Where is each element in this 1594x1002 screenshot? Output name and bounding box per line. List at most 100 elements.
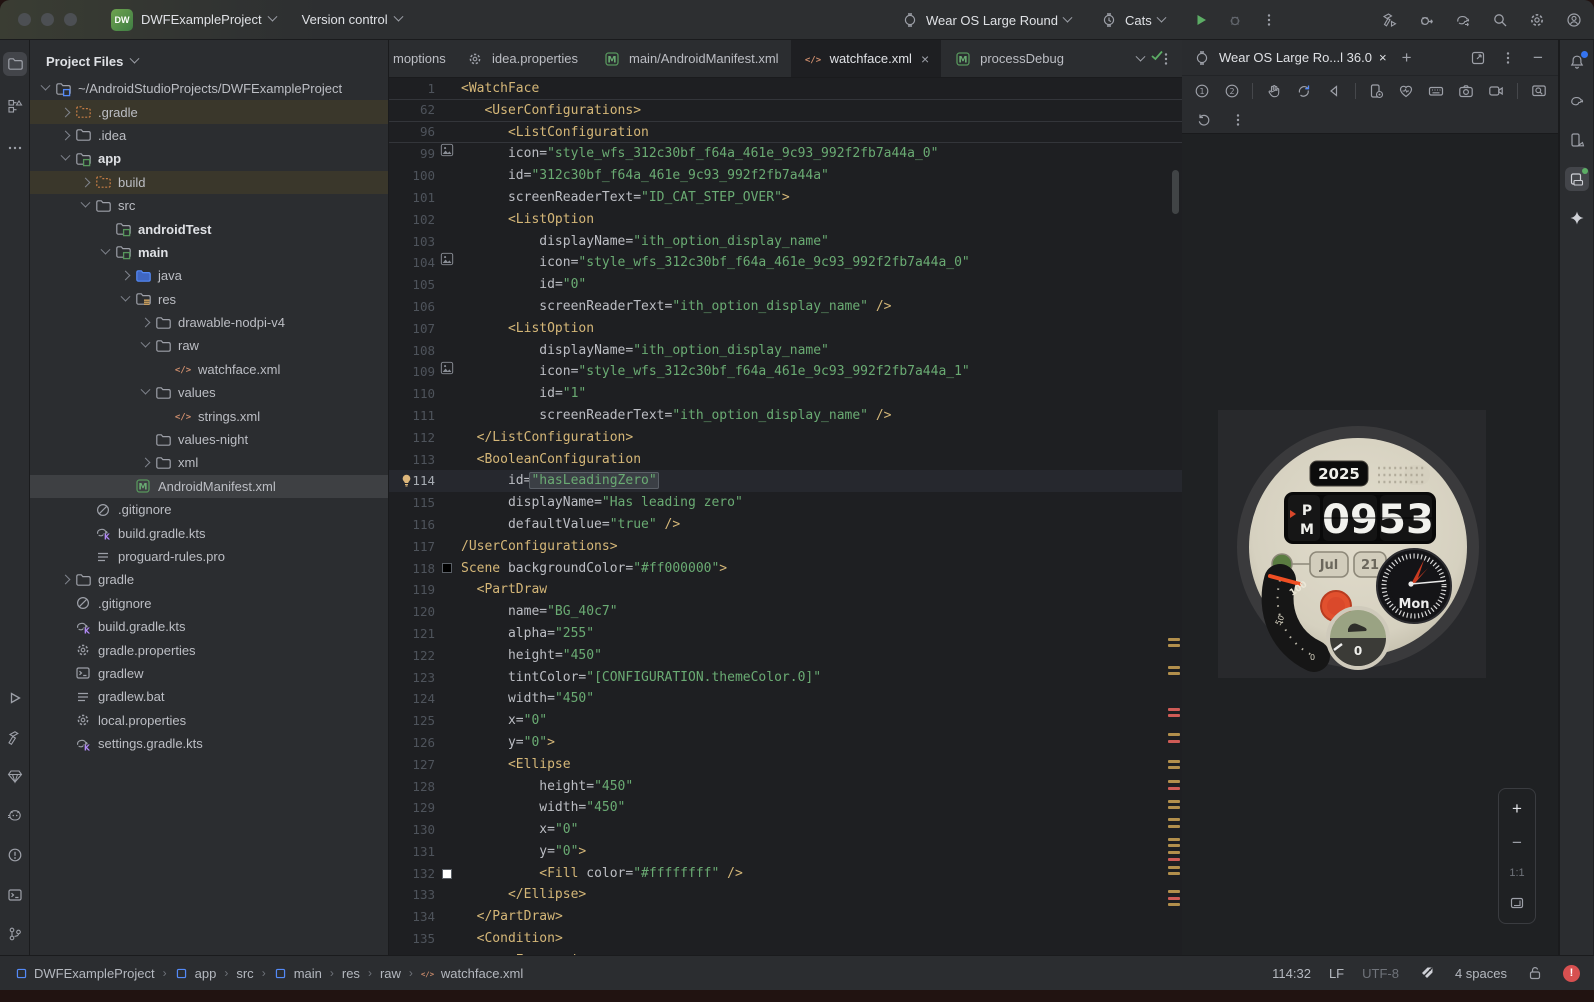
code-line-62[interactable]: 62 <UserConfigurations> [389,99,1182,122]
code-line-1[interactable]: 1 <WatchFace [389,78,1182,100]
gradle-tool-icon[interactable] [1565,89,1589,113]
indent-setting[interactable]: 4 spaces [1455,966,1507,981]
code-line-102[interactable]: 102 <ListOption [389,209,1182,231]
back-icon[interactable] [1324,81,1343,101]
analysis-stripe-mark[interactable] [1168,818,1180,821]
rotate-icon[interactable] [1294,81,1313,101]
tree-item--gradle[interactable]: .gradle [30,100,388,124]
code-line-133[interactable]: 133 </Ellipse> [389,884,1182,906]
chevron-right-icon[interactable] [80,177,90,188]
settings-gear-icon[interactable] [1527,10,1547,30]
gutter-line-117[interactable]: 117 [389,536,461,558]
close-window-button[interactable] [18,13,31,26]
chevron-right-icon[interactable] [140,457,150,468]
run-button[interactable] [1191,10,1211,30]
code-line-124[interactable]: 124 width="450" [389,688,1182,710]
gutter-line-100[interactable]: 100 [389,165,461,187]
annotate-1-icon[interactable]: 1 [1192,81,1211,101]
analysis-stripe-mark[interactable] [1168,838,1180,841]
analysis-stripe-mark[interactable] [1168,766,1180,769]
analysis-stripe-mark[interactable] [1168,890,1180,893]
analysis-stripe-mark[interactable] [1168,672,1180,675]
code-line-121[interactable]: 121 alpha="255" [389,623,1182,645]
annotate-2-icon[interactable]: 2 [1222,81,1241,101]
code-line-109[interactable]: 109 icon="style_wfs_312c30bf_f64a_461e_9… [389,361,1182,383]
gutter-line-116[interactable]: 116 [389,514,461,536]
chevron-right-icon[interactable] [120,270,130,281]
tree-item-values-night[interactable]: values-night [30,428,388,451]
gutter-line-101[interactable]: 101 [389,187,461,209]
device-settings-icon[interactable] [1366,81,1385,101]
chevron-down-icon[interactable] [40,80,50,91]
structure-tool-icon[interactable] [3,94,27,118]
more-run-actions-button[interactable] [1259,10,1279,30]
gradle-sync-icon[interactable] [1453,10,1473,30]
gutter-line-129[interactable]: 129 [389,797,461,819]
gutter-line-105[interactable]: 105 [389,274,461,296]
add-device-tab-icon[interactable]: + [1397,48,1417,68]
tree-item-build[interactable]: build [30,170,388,194]
logcat-tool-icon[interactable] [3,804,27,828]
chevron-right-icon[interactable] [60,130,70,141]
code-line-105[interactable]: 105 id="0" [389,274,1182,296]
chevron-right-icon[interactable] [60,574,70,585]
drawable-preview-icon[interactable] [440,252,454,274]
tree-item-app[interactable]: app [30,147,388,170]
code-line-129[interactable]: 129 width="450" [389,797,1182,819]
breadcrumb-item-DWFExampleProject[interactable]: DWFExampleProject [14,966,155,981]
color-swatch-black-icon[interactable] [442,563,452,574]
code-line-110[interactable]: 110 id="1" [389,383,1182,405]
tree-item--gitignore[interactable]: .gitignore [30,498,388,521]
editor-scrollbar[interactable] [1172,170,1179,214]
build-tool-icon[interactable] [3,725,27,749]
code-line-106[interactable]: 106 screenReaderText="ith_option_display… [389,296,1182,318]
watch-screen-preview[interactable]: 2025 P M 09 53 Jul 21 100 50 0 Mon 0 [1218,410,1486,678]
device-selector[interactable]: Wear OS Large Round [900,10,1073,30]
gutter-line-122[interactable]: 122 [389,645,461,667]
tree-item-xml[interactable]: xml [30,451,388,474]
code-line-103[interactable]: 103 displayName="ith_option_display_name… [389,231,1182,253]
tree-item-java[interactable]: java [30,264,388,287]
device-manager-tool-icon[interactable] [1565,128,1589,152]
kebab-icon[interactable] [1228,110,1248,130]
gutter-line-104[interactable]: 104 [389,252,461,274]
gutter-line-119[interactable]: 119 [389,579,461,601]
search-icon[interactable] [1490,10,1510,30]
tree-item-raw[interactable]: raw [30,334,388,357]
error-indicator[interactable]: ! [1563,964,1580,982]
tree-item-values[interactable]: values [30,381,388,404]
run-tool-icon[interactable] [3,686,27,710]
editor-tab-watchface-xml[interactable]: </> watchface.xml × [790,40,942,77]
analysis-stripe-mark[interactable] [1168,844,1180,847]
code-line-118[interactable]: 118 Scene backgroundColor="#ff000000"> [389,558,1182,580]
panel-options-icon[interactable] [1498,48,1518,68]
more-tool-icon[interactable] [3,136,27,160]
drawable-preview-icon[interactable] [440,361,454,383]
code-line-130[interactable]: 130 x="0" [389,819,1182,841]
gutter-line-96[interactable]: 96 [389,122,461,143]
tree-item-AndroidManifest-xml[interactable]: M AndroidManifest.xml [30,474,388,499]
minimize-window-button[interactable] [41,13,54,26]
gutter-line-120[interactable]: 120 [389,601,461,623]
analysis-stripe-mark[interactable] [1168,760,1180,763]
code-line-114[interactable]: 114 id="hasLeadingZero" [389,470,1182,493]
analysis-stripe-mark[interactable] [1168,733,1180,736]
chevron-right-icon[interactable] [140,317,150,328]
zoom-out-button[interactable]: − [1512,833,1522,853]
gutter-line-128[interactable]: 128 [389,776,461,798]
profile-avatar-icon[interactable] [1564,10,1584,30]
gutter-line-115[interactable]: 115 [389,492,461,514]
tree-item-main[interactable]: main [30,241,388,264]
code-line-125[interactable]: 125 x="0" [389,710,1182,732]
breadcrumb-item-main[interactable]: main [274,966,322,981]
debug-button[interactable] [1225,10,1245,30]
gutter-line-131[interactable]: 131 [389,841,461,863]
project-tool-icon[interactable] [2,52,27,76]
unlock-icon[interactable] [1525,963,1545,983]
tree-item-watchface-xml[interactable]: </> watchface.xml [30,358,388,381]
gutter-line-127[interactable]: 127 [389,754,461,776]
device-tab[interactable]: Wear OS Large Ro...l 36.0 × [1192,48,1387,68]
color-swatch-white-icon[interactable] [442,868,452,879]
chevron-down-icon[interactable] [140,338,150,349]
analysis-stripe-mark[interactable] [1168,903,1180,906]
